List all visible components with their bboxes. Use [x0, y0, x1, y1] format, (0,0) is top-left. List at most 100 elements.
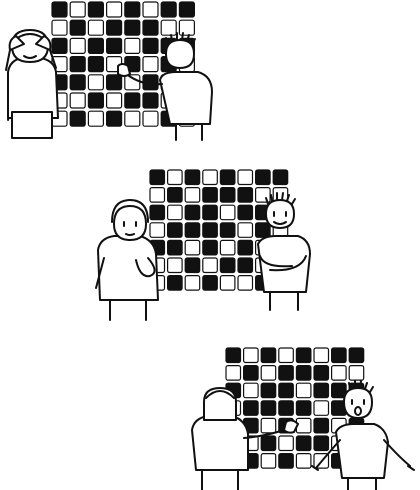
card-black	[87, 37, 105, 55]
card-black	[313, 435, 330, 452]
card-black	[243, 365, 259, 381]
card-black	[160, 1, 177, 18]
card-black	[260, 435, 277, 452]
card-white	[219, 239, 236, 256]
card-black	[260, 400, 277, 416]
card-white	[331, 365, 347, 381]
card-black	[295, 365, 312, 381]
card-black	[255, 222, 271, 238]
card-black	[142, 19, 159, 36]
card-black	[237, 204, 254, 221]
card-black	[87, 92, 105, 109]
card-black	[124, 19, 141, 36]
card-black	[219, 222, 236, 238]
card-black	[202, 275, 218, 291]
panel-2	[95, 169, 311, 321]
card-black	[167, 275, 183, 291]
card-black	[184, 257, 201, 274]
card-white	[87, 110, 105, 127]
card-white	[260, 365, 277, 381]
card-black	[278, 365, 294, 381]
card-black	[87, 55, 105, 73]
card-black	[219, 257, 236, 274]
card-white	[219, 204, 236, 221]
card-white	[51, 19, 68, 36]
card-white	[87, 19, 105, 36]
card-white	[167, 204, 183, 221]
card-white	[105, 92, 123, 109]
card-white	[313, 400, 330, 416]
card-black	[69, 19, 86, 36]
card-black	[278, 382, 294, 399]
card-white	[202, 169, 218, 186]
card-black	[331, 347, 347, 364]
card-black	[105, 110, 123, 127]
card-black	[184, 169, 201, 186]
card-white	[295, 382, 312, 399]
boy-arms-crossed	[257, 192, 311, 311]
card-white	[260, 453, 277, 469]
card-white	[124, 37, 141, 55]
card-black	[295, 400, 312, 416]
card-white	[167, 257, 183, 274]
card-white	[69, 92, 86, 109]
card-white	[225, 365, 242, 381]
card-black	[278, 453, 294, 469]
card-black	[202, 204, 218, 221]
card-black	[69, 110, 86, 127]
card-white	[184, 187, 201, 203]
panel-3	[191, 347, 415, 490]
card-black	[184, 204, 201, 221]
card-black	[149, 204, 166, 221]
card-white	[149, 222, 166, 238]
card-white	[313, 347, 330, 364]
card-black	[237, 257, 254, 274]
card-white	[69, 37, 86, 55]
card-black	[202, 239, 218, 256]
card-white	[202, 257, 218, 274]
card-black	[124, 92, 141, 109]
card-black	[142, 92, 159, 109]
card-black	[225, 347, 242, 364]
card-black	[124, 1, 141, 18]
card-white	[87, 74, 105, 91]
card-white	[178, 19, 195, 36]
card-black	[255, 169, 271, 186]
card-black	[237, 239, 254, 256]
card-white	[142, 1, 159, 18]
card-black	[243, 400, 259, 416]
card-white	[278, 435, 294, 452]
card-white	[160, 19, 177, 36]
girl-covering-eyes	[5, 29, 59, 139]
card-black	[237, 187, 254, 203]
card-black	[167, 222, 183, 238]
card-black	[105, 74, 123, 91]
card-white	[348, 365, 365, 381]
card-white	[237, 169, 254, 186]
card-white	[255, 187, 271, 203]
card-black	[51, 1, 68, 18]
card-white	[295, 453, 312, 469]
card-black	[313, 365, 330, 381]
card-black	[260, 382, 277, 399]
card-black	[69, 55, 86, 73]
card-white	[237, 275, 254, 291]
card-white	[105, 1, 123, 18]
girl-thinking	[95, 199, 159, 321]
card-white	[149, 187, 166, 203]
card-black	[105, 19, 123, 36]
card-black	[348, 347, 365, 364]
card-white	[243, 347, 259, 364]
card-black	[219, 187, 236, 203]
card-white	[124, 110, 141, 127]
card-white	[219, 275, 236, 291]
card-black	[272, 169, 289, 186]
card-black	[295, 435, 312, 452]
card-black	[313, 382, 330, 399]
card-white	[142, 55, 159, 73]
card-black	[142, 37, 159, 55]
card-white	[295, 417, 312, 434]
card-black	[149, 169, 166, 186]
card-black	[167, 239, 183, 256]
card-black	[178, 1, 195, 18]
